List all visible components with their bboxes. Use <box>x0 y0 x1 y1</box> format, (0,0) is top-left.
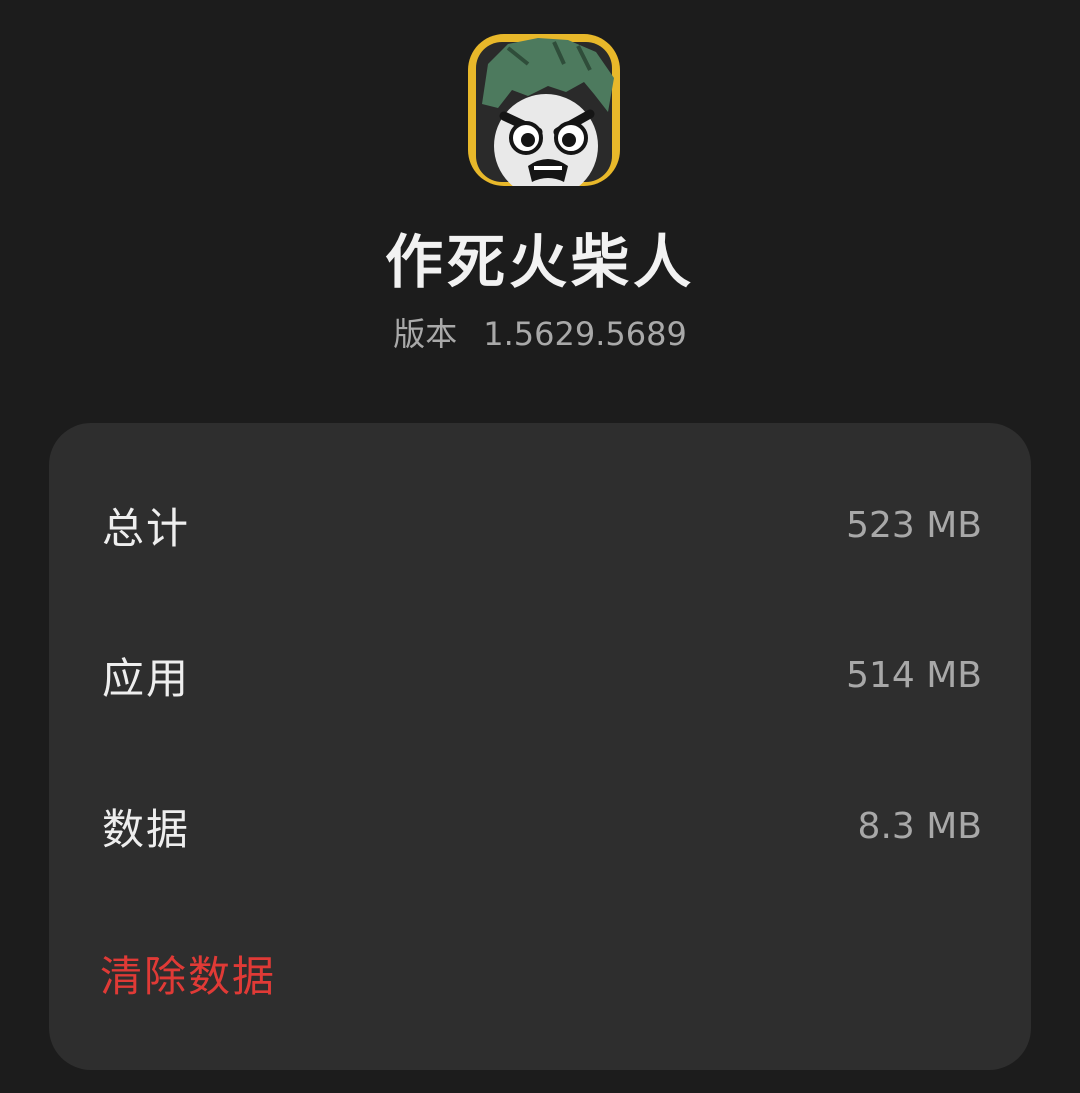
storage-row-label: 总计 <box>102 503 191 553</box>
storage-row-total: 总计 523 MB <box>102 495 982 555</box>
storage-row-app: 应用 514 MB <box>102 645 982 705</box>
version-label: 版本 <box>393 315 458 353</box>
storage-row-value: 523 MB <box>846 504 982 546</box>
storage-row-value: 8.3 MB <box>857 805 982 847</box>
angry-stickman-face-icon <box>468 34 620 186</box>
storage-row-label: 应用 <box>102 653 191 703</box>
storage-card: 总计 523 MB 应用 514 MB 数据 8.3 MB 清除数据 <box>49 423 1031 1070</box>
app-icon <box>468 34 620 186</box>
app-name: 作死火柴人 <box>384 228 695 296</box>
clear-data-button[interactable]: 清除数据 <box>100 943 276 1003</box>
storage-row-data: 数据 8.3 MB <box>102 796 982 856</box>
version-info: 版本 1.5629.5689 <box>0 312 1080 356</box>
version-value: 1.5629.5689 <box>483 315 687 353</box>
storage-row-value: 514 MB <box>846 654 982 696</box>
storage-row-label: 数据 <box>102 804 191 854</box>
